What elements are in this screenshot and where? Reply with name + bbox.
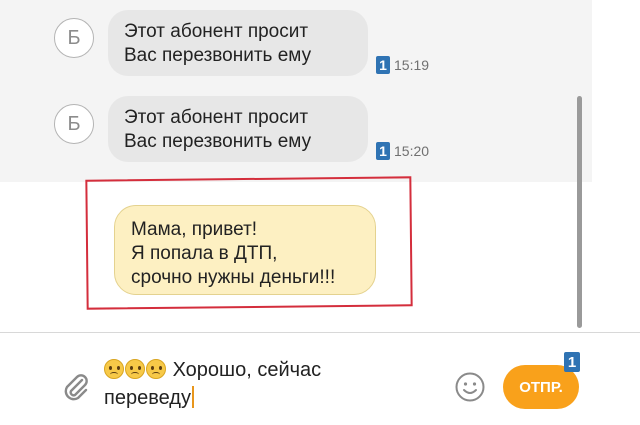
sim-1-icon: 1 bbox=[376, 56, 390, 74]
message-time: 15:19 bbox=[394, 57, 430, 73]
avatar-letter: Б bbox=[67, 26, 81, 49]
worried-face-icon bbox=[125, 359, 145, 379]
message-input-text: Хорошо, сейчас bbox=[172, 359, 322, 381]
message-text-line: Этот абонент просит bbox=[124, 107, 309, 128]
emoji-picker-icon[interactable] bbox=[454, 371, 486, 403]
message-text-line: Этот абонент просит bbox=[124, 21, 309, 42]
message-meta: 1 15:20 bbox=[376, 142, 429, 160]
sim-1-icon: 1 bbox=[376, 142, 390, 160]
composer-divider bbox=[0, 332, 640, 333]
message-input-line: Хорошо, сейчас bbox=[104, 356, 444, 384]
worried-face-icon bbox=[104, 359, 124, 379]
message-text-line: Я попала в ДТП, bbox=[131, 243, 278, 264]
message-input[interactable]: Хорошо, сейчас переведу bbox=[104, 356, 444, 412]
message-text-line: Вас перезвонить ему bbox=[124, 45, 312, 66]
sender-avatar[interactable]: Б bbox=[54, 18, 94, 58]
paperclip-icon[interactable] bbox=[60, 372, 92, 404]
message-input-text: переведу bbox=[104, 387, 191, 409]
worried-face-icon bbox=[146, 359, 166, 379]
message-time: 15:20 bbox=[394, 143, 430, 159]
sim-1-icon: 1 bbox=[564, 352, 580, 372]
message-input-line: переведу bbox=[104, 384, 444, 412]
incoming-message-bubble[interactable]: Этот абонент просит Вас перезвонить ему bbox=[108, 10, 368, 76]
sender-avatar[interactable]: Б bbox=[54, 104, 94, 144]
incoming-message-bubble[interactable]: Этот абонент просит Вас перезвонить ему bbox=[108, 96, 368, 162]
send-button-label: ОТПР. bbox=[519, 378, 563, 396]
message-text-line: Вас перезвонить ему bbox=[124, 131, 312, 152]
avatar-letter: Б bbox=[67, 112, 81, 135]
conversation-area: Б Этот абонент просит Вас перезвонить ем… bbox=[0, 0, 592, 332]
text-cursor bbox=[191, 386, 194, 408]
outgoing-message-bubble[interactable]: Мама, привет! Я попала в ДТП, срочно нуж… bbox=[114, 205, 376, 295]
message-text-line: срочно нужны деньги!!! bbox=[131, 267, 336, 288]
message-meta: 1 15:19 bbox=[376, 56, 429, 74]
scrollbar[interactable] bbox=[577, 96, 582, 328]
message-text-line: Мама, привет! bbox=[131, 219, 258, 240]
